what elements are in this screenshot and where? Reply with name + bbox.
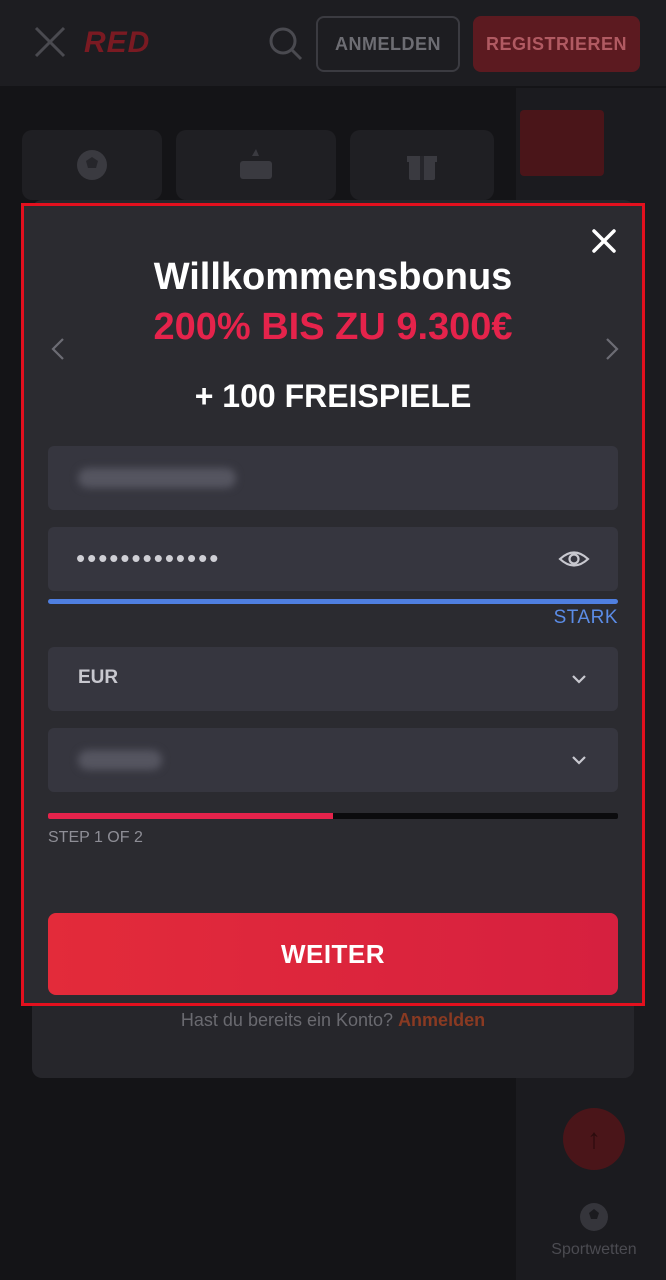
password-field[interactable]: ••••••••••••• — [48, 527, 618, 591]
login-button[interactable]: ANMELDEN — [316, 16, 460, 72]
close-menu-icon[interactable] — [30, 24, 70, 60]
password-strength-bar — [48, 599, 618, 604]
scroll-to-top-button[interactable]: ↑ — [563, 1108, 625, 1170]
nav-item-sports[interactable]: Sportwetten — [534, 1200, 654, 1270]
eye-icon[interactable] — [558, 546, 590, 572]
login-hint: Hast du bereits ein Konto? Anmelden — [0, 1010, 666, 1031]
password-strength-fill — [48, 599, 618, 604]
category-sports[interactable] — [22, 130, 162, 200]
football-icon — [77, 150, 107, 180]
category-bonus[interactable] — [350, 130, 494, 200]
football-icon — [580, 1203, 608, 1231]
search-icon[interactable] — [266, 24, 304, 62]
password-strength-label: STARK — [553, 607, 618, 628]
login-prompt-text: Hast du bereits ein Konto? — [180, 1010, 394, 1030]
continue-button[interactable]: WEITER — [48, 913, 618, 995]
category-slots[interactable] — [176, 130, 336, 200]
top-bar: RED ANMELDEN REGISTRIEREN — [0, 0, 666, 86]
password-value: ••••••••••••• — [76, 543, 221, 573]
promo-title: Willkommensbonus — [153, 256, 513, 298]
step-label: STEP 1 OF 2 — [48, 829, 143, 846]
country-select[interactable] — [48, 728, 618, 792]
promo-offer: 200% BIS ZU 9.300€ — [153, 306, 513, 348]
nav-label-sports: Sportwetten — [551, 1241, 637, 1258]
login-link[interactable]: Anmelden — [398, 1010, 485, 1030]
currency-select[interactable]: EUR — [48, 647, 618, 711]
welcome-bonus-modal: Willkommensbonus 200% BIS ZU 9.300€ + 10… — [21, 203, 645, 1006]
step-progress-bar — [48, 813, 618, 819]
step-progress-fill — [48, 813, 333, 819]
promo-free-spins: + 100 FREISPIELE — [194, 378, 472, 414]
currency-value: EUR — [78, 667, 119, 688]
close-icon[interactable] — [589, 226, 619, 256]
gift-icon — [407, 156, 437, 180]
email-field[interactable] — [48, 446, 618, 510]
country-value-redacted — [78, 750, 162, 770]
arrow-up-icon: ↑ — [587, 1123, 601, 1154]
email-value-redacted — [78, 468, 236, 488]
chevron-down-icon — [572, 756, 586, 765]
side-banner — [520, 110, 604, 176]
brand-logo[interactable]: RED — [84, 26, 150, 60]
slot-machine-icon — [240, 149, 272, 179]
chevron-down-icon — [572, 675, 586, 684]
register-button[interactable]: REGISTRIEREN — [473, 16, 640, 72]
